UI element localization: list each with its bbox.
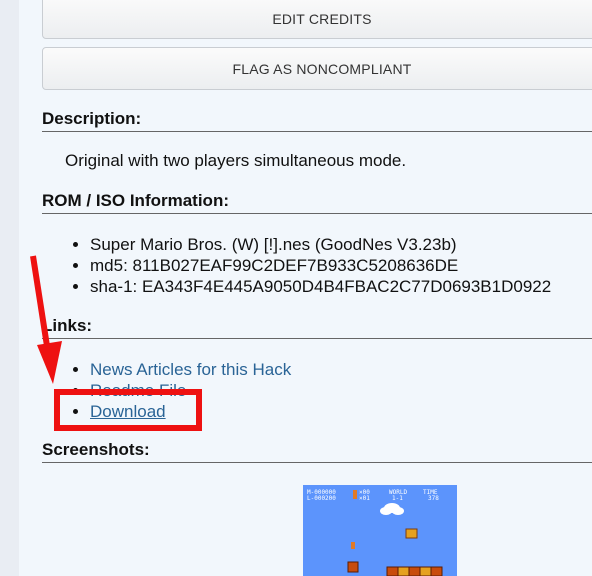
coin-icon: [353, 490, 357, 499]
hud-coins-2: ×01: [359, 495, 370, 502]
game-screenshot[interactable]: M-000000 L-000200 ×00 ×01 WORLD 1-1 TIME…: [303, 485, 457, 576]
brick-row: [386, 566, 443, 576]
rom-info-heading: ROM / ISO Information:: [42, 191, 592, 214]
hud-world-value: 1-1: [392, 495, 403, 502]
goomba-icon: [347, 561, 359, 573]
left-gutter: [0, 0, 19, 576]
link-item: News Articles for this Hack: [90, 359, 291, 380]
rom-filename: Super Mario Bros. (W) [!].nes (GoodNes V…: [90, 234, 551, 255]
mushroom-icon: [351, 542, 355, 549]
highlight-box: [54, 389, 202, 431]
hud-score-2: L-000200: [307, 495, 336, 502]
edit-credits-button[interactable]: EDIT CREDITS: [42, 0, 592, 39]
description-heading: Description:: [42, 109, 592, 132]
news-articles-link[interactable]: News Articles for this Hack: [90, 360, 291, 379]
flag-noncompliant-button[interactable]: FLAG AS NONCOMPLIANT: [42, 47, 592, 90]
rom-info-list: Super Mario Bros. (W) [!].nes (GoodNes V…: [70, 234, 551, 297]
rom-sha1: sha-1: EA343F4E445A9050D4B4FBAC2C77D0693…: [90, 276, 551, 297]
question-block-icon: [405, 528, 418, 539]
hud-time-value: 378: [428, 495, 439, 502]
rom-md5: md5: 811B027EAF99C2DEF7B933C5208636DE: [90, 255, 551, 276]
description-text: Original with two players simultaneous m…: [65, 151, 407, 170]
links-heading: Links:: [42, 316, 592, 339]
screenshots-heading: Screenshots:: [42, 440, 592, 463]
